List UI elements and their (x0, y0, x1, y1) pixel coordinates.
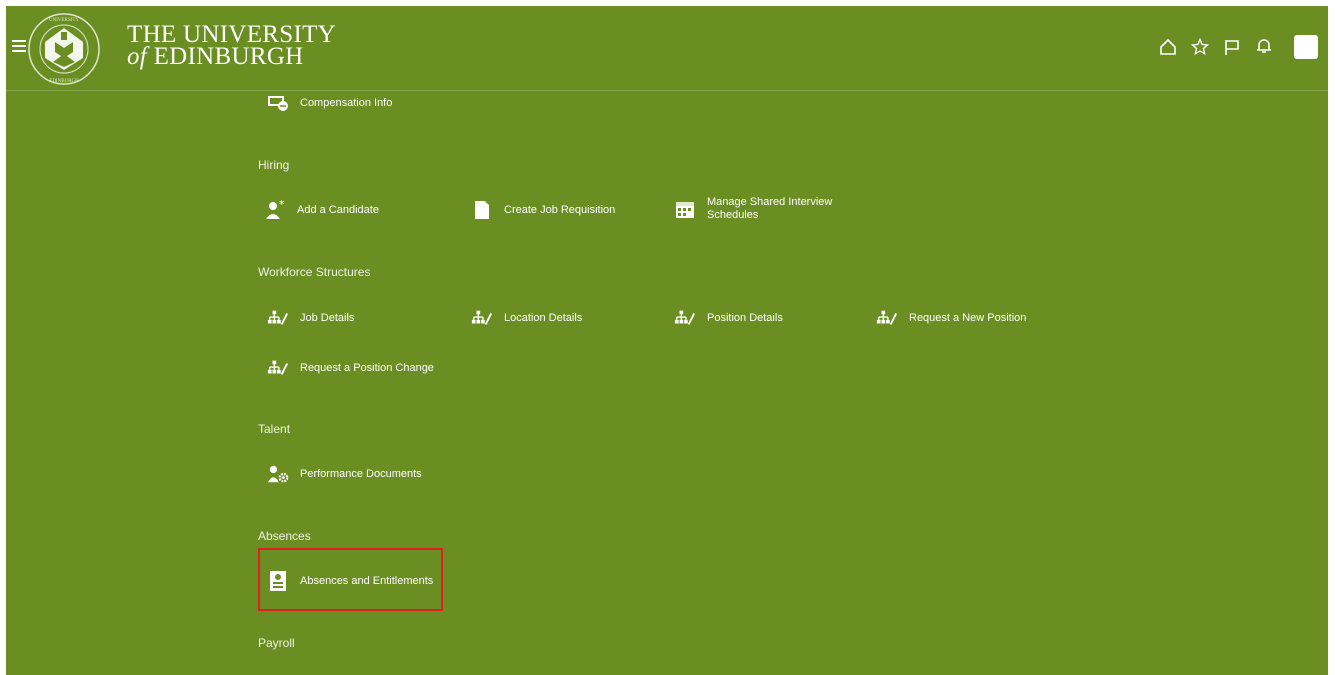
person-gear-icon (267, 463, 289, 485)
org-chart-edit-icon (471, 307, 493, 329)
tile-label: Add a Candidate (297, 203, 379, 216)
tile-label: Compensation Info (300, 96, 393, 109)
tile-position-details[interactable]: Position Details (674, 307, 783, 329)
tile-label: Position Details (707, 311, 783, 324)
highlight-box (258, 548, 443, 611)
springboard-content: Compensation Info Hiring * Add a Candida… (6, 6, 1328, 675)
tile-label: Request a New Position (909, 311, 1027, 324)
section-heading-workforce-structures: Workforce Structures (258, 265, 371, 279)
tile-label: Request a Position Change (300, 361, 434, 374)
section-heading-hiring: Hiring (258, 158, 290, 172)
calendar-icon (674, 198, 696, 220)
section-heading-absences: Absences (258, 529, 311, 543)
org-chart-edit-icon (876, 307, 898, 329)
tile-request-position-change[interactable]: Request a Position Change (267, 357, 434, 379)
compensation-icon (267, 92, 289, 114)
tile-label: Location Details (504, 311, 583, 324)
tile-compensation-info[interactable]: Compensation Info (267, 92, 392, 114)
section-heading-payroll: Payroll (258, 636, 295, 650)
svg-text:*: * (485, 199, 489, 208)
org-chart-edit-icon (267, 307, 289, 329)
tile-label: Performance Documents (300, 467, 422, 480)
tile-add-candidate[interactable]: * Add a Candidate (264, 199, 379, 221)
tile-label: Create Job Requisition (504, 203, 616, 216)
tile-label: Job Details (300, 311, 355, 324)
add-person-icon: * (264, 199, 286, 221)
svg-text:*: * (279, 199, 285, 211)
org-chart-edit-icon (267, 357, 289, 379)
section-heading-talent: Talent (258, 422, 291, 436)
tile-label: Manage Shared Interview Schedules (707, 196, 833, 221)
tile-performance-documents[interactable]: Performance Documents (267, 463, 422, 485)
tile-job-details[interactable]: Job Details (267, 307, 354, 329)
org-chart-edit-icon (674, 307, 696, 329)
app-frame: UNIVERSITY EDINBURGH THE UNIVERSITY of E… (6, 6, 1328, 675)
tile-location-details[interactable]: Location Details (471, 307, 582, 329)
tile-request-new-position[interactable]: Request a New Position (876, 307, 1026, 329)
tile-manage-shared-interview-schedules[interactable]: Manage Shared Interview Schedules (674, 196, 832, 222)
tile-create-job-requisition[interactable]: * Create Job Requisition (471, 199, 615, 221)
document-icon: * (471, 199, 493, 221)
